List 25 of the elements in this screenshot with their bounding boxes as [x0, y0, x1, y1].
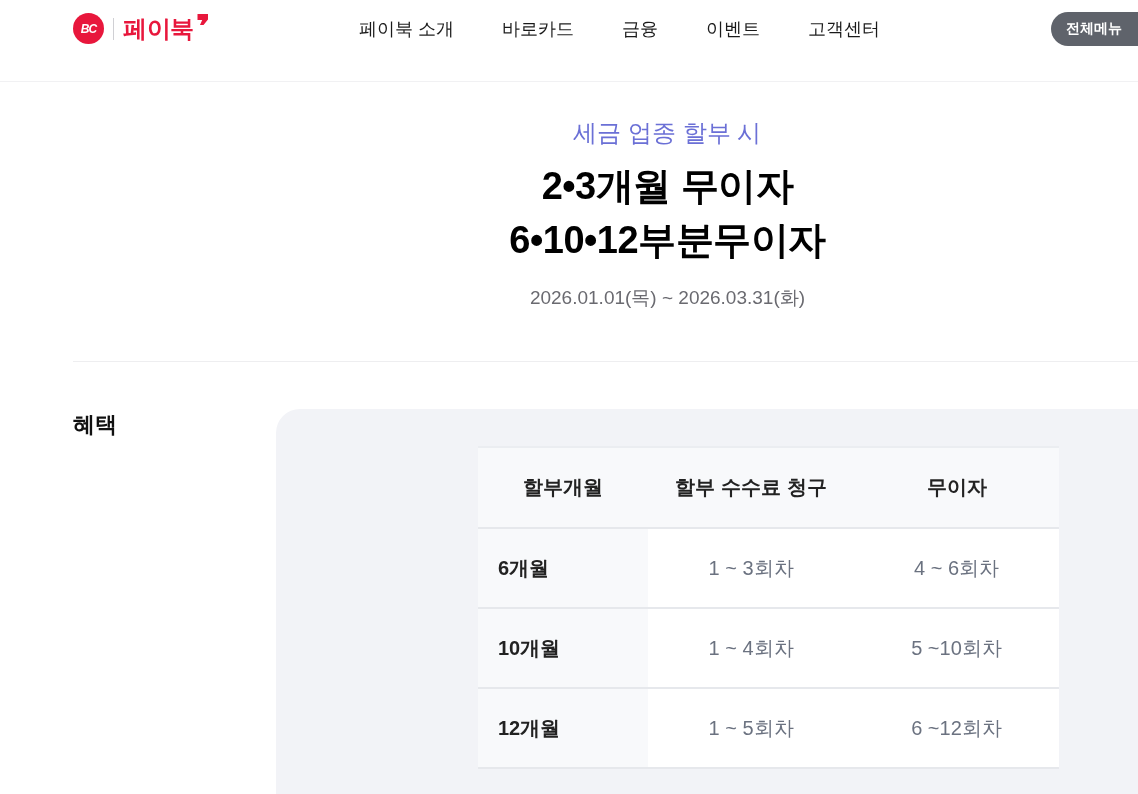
- nav-link[interactable]: 이벤트: [705, 15, 760, 42]
- table-cell: 6개월: [478, 528, 648, 608]
- brand-name[interactable]: 페이북: [123, 13, 194, 44]
- promo-subtitle: 세금 업종 할부 시: [572, 118, 763, 148]
- column-header: 할부개월: [478, 447, 648, 528]
- quote-mark-icon: [195, 14, 208, 25]
- table-cell: 5 ~10회차: [854, 608, 1059, 688]
- column-header: 할부 수수료 청구: [648, 447, 854, 528]
- nav-link[interactable]: 페이북 소개: [358, 15, 454, 42]
- table-cell: 1 ~ 4회차: [648, 608, 854, 688]
- table-cell: 10개월: [478, 608, 648, 688]
- all-menu-button[interactable]: 전체메뉴: [1051, 11, 1138, 46]
- section-heading: 혜택: [73, 411, 118, 439]
- nav-link[interactable]: 고객센터: [807, 15, 880, 42]
- logo-mark[interactable]: BC: [73, 13, 104, 44]
- table-cell: 1 ~ 3회차: [648, 528, 854, 608]
- promo-title: 2•3개월 무이자 6•10•12부분무이자: [508, 164, 827, 263]
- nav-link[interactable]: 바로카드: [501, 15, 574, 42]
- table-cell: 4 ~ 6회차: [854, 528, 1059, 608]
- nav-link[interactable]: 금융: [621, 15, 658, 42]
- table-cell: 6 ~12회차: [854, 688, 1059, 768]
- event-period: 2026.01.01(목) ~ 2026.03.31(화): [528, 286, 807, 310]
- table-cell: 12개월: [478, 688, 648, 768]
- column-header: 무이자: [854, 447, 1059, 528]
- table-cell: 1 ~ 5회차: [648, 688, 854, 768]
